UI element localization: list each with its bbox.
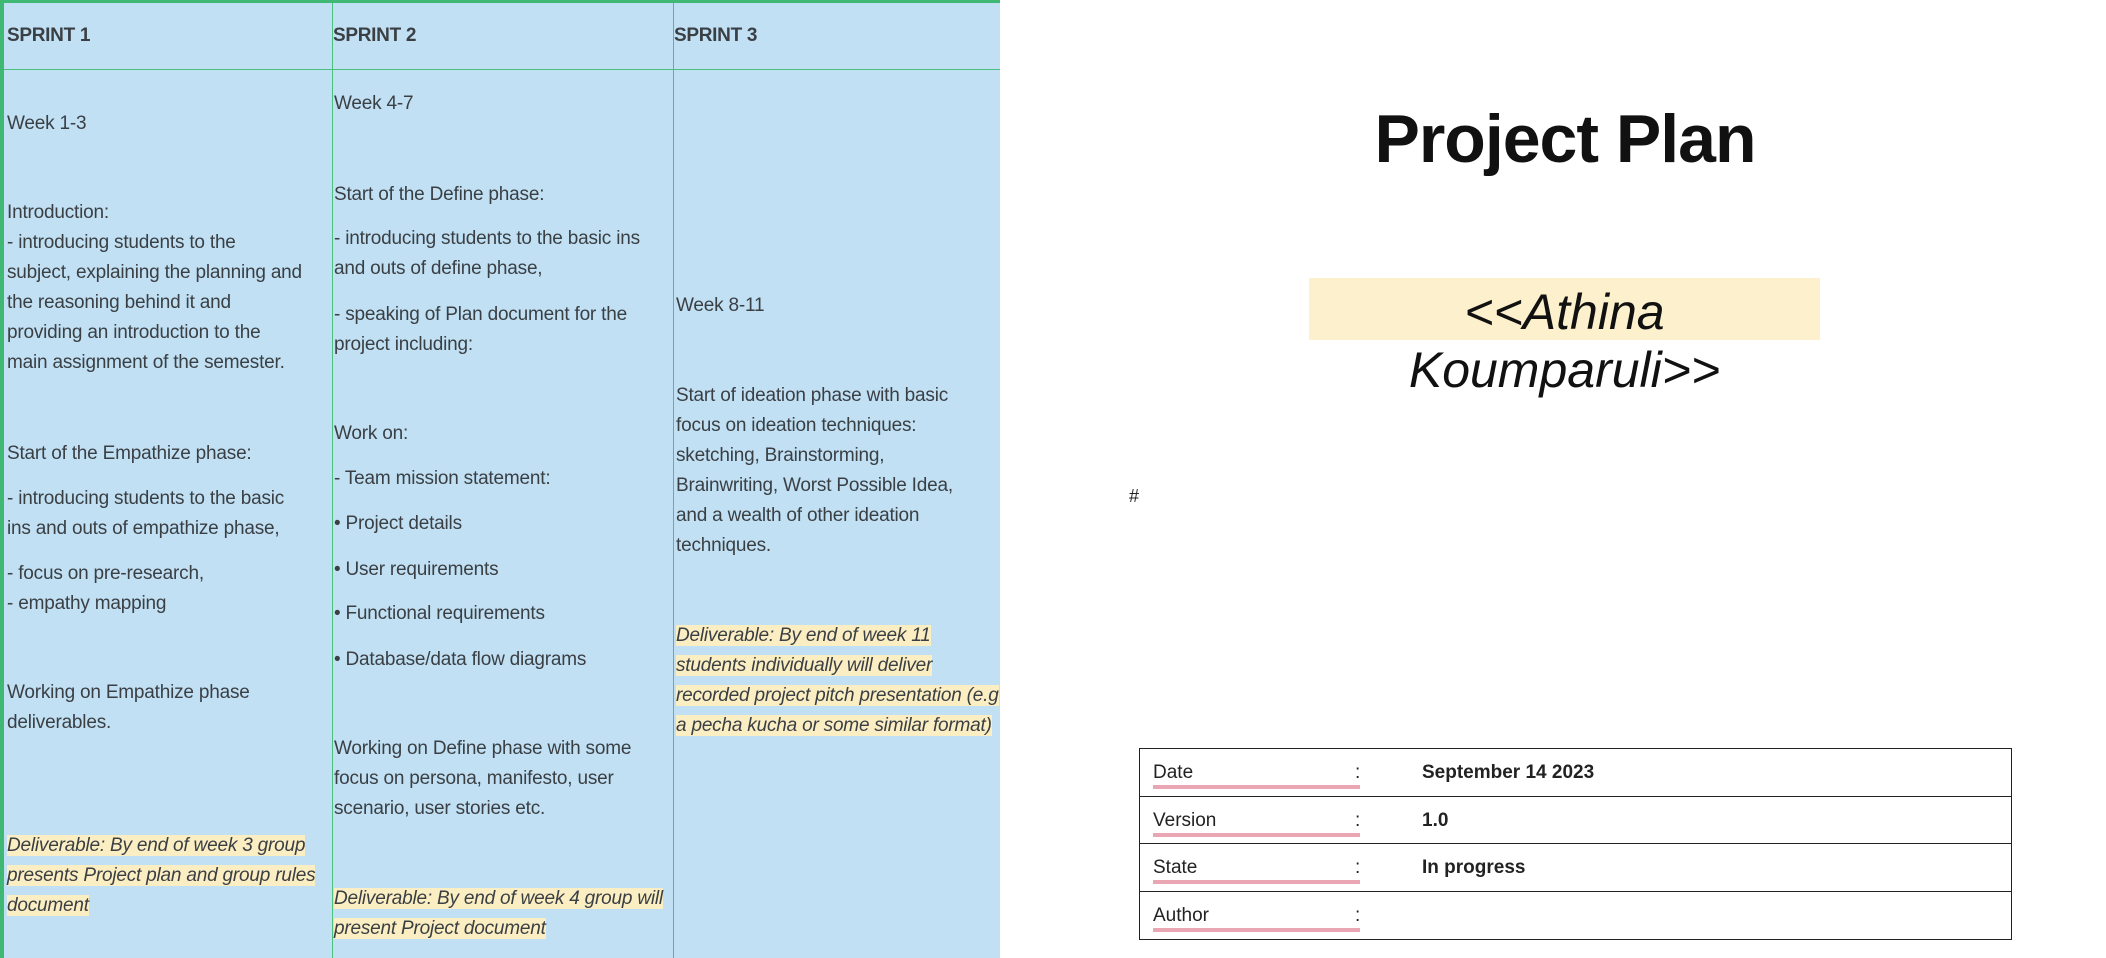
sprint-3-header: SPRINT 3 [674, 25, 758, 46]
sprint-3-deliverable: Deliverable: By end of week 11 students … [676, 625, 999, 736]
label-underline [1153, 785, 1360, 789]
sprint-1-deliverable: Deliverable: By end of week 3 group pres… [7, 835, 316, 916]
column-divider [673, 3, 674, 958]
meta-row-author: Author : [1140, 892, 2011, 940]
sprint-2-list-item: • User requirements [334, 559, 499, 580]
sprint-2-header: SPRINT 2 [333, 25, 417, 46]
sprint-3-weeks: Week 8-11 [676, 295, 765, 316]
meta-label: Date [1153, 762, 1194, 783]
sprint-2-list-item: • Functional requirements [334, 603, 545, 624]
sprint-2-weeks: Week 4-7 [334, 93, 414, 114]
sprint-1-bullet: - focus on pre-research, - empathy mappi… [7, 563, 204, 614]
sprint-2-list-item: • Database/data flow diagrams [334, 649, 587, 670]
sprint-2-bullet: - introducing students to the basic ins … [334, 228, 640, 279]
label-underline [1153, 832, 1360, 837]
sprint-2-bullet: - Team mission statement: [334, 468, 551, 489]
meta-value[interactable]: 1.0 [1422, 810, 1448, 832]
meta-value[interactable]: September 14 2023 [1422, 762, 1594, 784]
meta-label: State [1153, 857, 1198, 878]
sprint-1-weeks: Week 1-3 [7, 113, 87, 134]
label-underline [1153, 927, 1360, 932]
sprint-2-bullet: - speaking of Plan document for the proj… [334, 304, 627, 355]
header-divider [4, 69, 1000, 70]
sprint-1-introduction: Introduction: - introducing students to … [7, 202, 302, 373]
meta-value[interactable]: In progress [1422, 857, 1525, 879]
sprint-1-header: SPRINT 1 [7, 25, 91, 46]
sprint-1-phase-start: Start of the Empathize phase: [7, 443, 252, 464]
sprint-3-ideation: Start of ideation phase with basic focus… [676, 385, 953, 556]
sprint-table: SPRINT 1 SPRINT 2 SPRINT 3 Week 1-3 Intr… [0, 0, 1000, 958]
sprint-1-bullet: - introducing students to the basic ins … [7, 488, 285, 539]
meta-row-version: Version : 1.0 [1140, 797, 2011, 844]
meta-label: Author [1153, 904, 1209, 926]
meta-colon: : [1355, 809, 1361, 831]
meta-row-date: Date : September 14 2023 [1140, 749, 2011, 797]
column-divider [332, 3, 333, 958]
document-meta-table: Date : September 14 2023 Version : 1.0 S… [1139, 748, 2012, 940]
sprint-2-work-on: Work on: [334, 423, 409, 444]
author-placeholder: <<Athina Koumparuli>> [1408, 284, 1721, 398]
sprint-2-phase-start: Start of the Define phase: [334, 184, 545, 205]
label-underline [1153, 880, 1360, 884]
sprint-2-working: Working on Define phase with some focus … [334, 738, 632, 819]
meta-colon: : [1355, 857, 1361, 878]
sprint-1-working: Working on Empathize phase deliverables. [7, 682, 250, 733]
sprint-2-list-item: • Project details [334, 513, 462, 534]
sprint-2-deliverable: Deliverable: By end of week 4 group will… [334, 888, 663, 939]
document-title: Project Plan [1374, 101, 1756, 177]
meta-label: Version [1153, 809, 1217, 831]
meta-row-state: State : In progress [1140, 844, 2011, 892]
meta-colon: : [1355, 762, 1361, 783]
hash-mark: # [1129, 486, 1140, 506]
meta-colon: : [1355, 904, 1361, 926]
